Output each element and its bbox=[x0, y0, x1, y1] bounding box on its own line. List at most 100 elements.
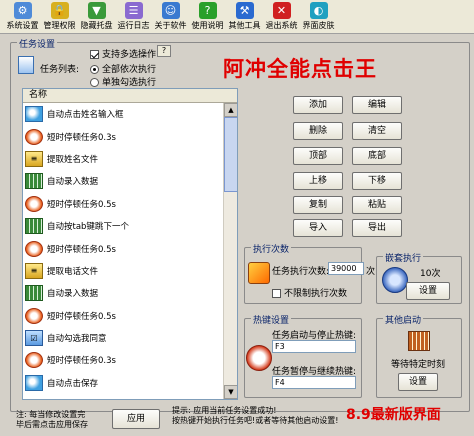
clock-icon bbox=[25, 240, 43, 257]
main-toolbar: ⚙ 系统设置 🔒 管理权限 ▼ 隐藏托盘 ☰ 运行日志 ☺ 关于软件? 使用说明 ⚒ 其他工具 ✕ 退出系统… bbox=[0, 0, 474, 34]
list-item-label: 短时停顿任务0.3s bbox=[47, 132, 116, 143]
list-item-label: 自动按tab键跳下一个 bbox=[47, 222, 129, 233]
unlimited-checkbox[interactable]: 不限制执行次数 bbox=[272, 286, 347, 299]
toolbar-button-3[interactable]: ☰ 运行日志 bbox=[115, 0, 152, 34]
nest-exec-count: 10次 bbox=[420, 269, 441, 279]
list-item[interactable]: 短时停顿任务0.3s bbox=[23, 349, 237, 371]
edit-button[interactable]: 编辑 bbox=[352, 96, 402, 114]
toolbar-button-0[interactable]: ⚙ 系统设置 bbox=[4, 0, 41, 34]
hide-tray-icon: ▼ bbox=[87, 2, 106, 19]
footer-note-line2: 毕后需点击应用保存 bbox=[16, 420, 88, 429]
people-icon: ☺ bbox=[161, 2, 180, 19]
exec-count-unit: 次 bbox=[366, 267, 376, 277]
toolbar-button-1[interactable]: 🔒 管理权限 bbox=[41, 0, 78, 34]
help-button[interactable]: ? bbox=[157, 45, 171, 57]
list-item[interactable]: 自动按tab键跳下一个 bbox=[23, 215, 237, 237]
toolbar-button-4[interactable]: ☺ 关于软件 bbox=[152, 0, 189, 34]
pause-hotkey-input[interactable]: F4 bbox=[272, 376, 356, 389]
other-start-legend: 其他启动 bbox=[383, 313, 424, 326]
keyboard-icon bbox=[25, 285, 43, 302]
paste-button[interactable]: 粘贴 bbox=[352, 196, 402, 214]
scroll-thumb[interactable] bbox=[224, 117, 237, 192]
check-icon bbox=[90, 50, 99, 59]
keyboard-icon bbox=[25, 218, 43, 235]
apply-button[interactable]: 应用 bbox=[112, 409, 160, 429]
toolbar-label: 界面皮肤 bbox=[302, 21, 335, 30]
list-item[interactable]: 自动录入数据 bbox=[23, 170, 237, 192]
other-start-settings-button[interactable]: 设置 bbox=[398, 373, 438, 391]
file-icon: ≡ bbox=[25, 262, 43, 279]
list-item-label: 提取姓名文件 bbox=[47, 154, 99, 165]
list-item-label: 自动勾选我同意 bbox=[47, 334, 107, 345]
file-icon: ≡ bbox=[25, 150, 43, 167]
execution-icon bbox=[248, 262, 270, 284]
scroll-up-icon[interactable]: ▲ bbox=[224, 103, 237, 117]
list-item[interactable]: 短时停顿任务0.5s bbox=[23, 305, 237, 327]
list-item[interactable]: 短时停顿任务0.5s bbox=[23, 237, 237, 259]
list-item-label: 自动点击保存 bbox=[47, 378, 99, 389]
keyboard-icon bbox=[25, 173, 43, 190]
start-stop-hotkey-input[interactable]: F3 bbox=[272, 340, 356, 353]
list-item-label: 短时停顿任务0.5s bbox=[47, 199, 116, 210]
exec-count-legend: 执行次数 bbox=[251, 242, 292, 255]
task-list-body: 自动点击姓名输入框 短时停顿任务0.3s ≡ 提取姓名文件 自动录入数据 短时停顿任务0.… bbox=[23, 103, 237, 394]
export-button[interactable]: 导出 bbox=[352, 219, 402, 237]
lock-icon: 🔒 bbox=[50, 2, 69, 19]
toolbar-button-6[interactable]: ⚒ 其他工具 bbox=[226, 0, 263, 34]
toolbar-label: 使用说明 bbox=[191, 21, 224, 30]
help-icon: ? bbox=[198, 2, 217, 19]
list-item[interactable]: 短时停顿任务0.3s bbox=[23, 125, 237, 147]
import-button[interactable]: 导入 bbox=[293, 219, 343, 237]
app-title: 阿冲全能点击王 bbox=[223, 57, 377, 81]
task-list-label: 任务列表: bbox=[40, 65, 80, 75]
vertical-scrollbar[interactable]: ▲ ▼ bbox=[223, 103, 237, 399]
wait-time-label: 等待特定时刻 bbox=[391, 360, 446, 370]
move-down-button[interactable]: 下移 bbox=[352, 172, 402, 190]
radio-icon bbox=[90, 78, 99, 87]
keyboard-icon bbox=[408, 331, 430, 351]
exit-icon: ✕ bbox=[272, 2, 291, 19]
toolbar-button-7[interactable]: ✕ 退出系统 bbox=[263, 0, 300, 34]
toolbar-button-5[interactable]: ? 使用说明 bbox=[189, 0, 226, 34]
task-list-icon bbox=[18, 56, 34, 74]
list-item-label: 自动录入数据 bbox=[47, 177, 99, 188]
add-button[interactable]: 添加 bbox=[293, 96, 343, 114]
scroll-down-icon[interactable]: ▼ bbox=[224, 385, 237, 399]
toolbar-button-8[interactable]: ◐ 界面皮肤 bbox=[300, 0, 337, 34]
skin-icon: ◐ bbox=[309, 2, 328, 19]
toolbar-label: 运行日志 bbox=[117, 21, 150, 30]
log-icon: ☰ bbox=[124, 2, 143, 19]
toolbar-button-2[interactable]: ▼ 隐藏托盘 bbox=[78, 0, 115, 34]
list-item-label: 短时停顿任务0.3s bbox=[47, 356, 116, 367]
toolbar-label: 退出系统 bbox=[265, 21, 298, 30]
list-item[interactable]: 短时停顿任务0.5s bbox=[23, 193, 237, 215]
nest-exec-settings-button[interactable]: 设置 bbox=[406, 282, 450, 300]
select-icon: ☑ bbox=[25, 330, 43, 347]
list-item[interactable]: ≡ 提取电话文件 bbox=[23, 260, 237, 282]
task-list[interactable]: 名称 自动点击姓名输入框 短时停顿任务0.3s ≡ 提取姓名文件 自动录入数据 短时停顿任… bbox=[22, 88, 238, 400]
copy-button[interactable]: 复制 bbox=[293, 196, 343, 214]
list-item[interactable]: 自动点击保存 bbox=[23, 372, 237, 394]
multi-select-checkbox[interactable]: 支持多选操作 bbox=[90, 47, 156, 60]
hotkey-legend: 热键设置 bbox=[251, 313, 292, 326]
move-up-button[interactable]: 上移 bbox=[293, 172, 343, 190]
list-item-label: 短时停顿任务0.5s bbox=[47, 244, 116, 255]
list-item[interactable]: ≡ 提取姓名文件 bbox=[23, 148, 237, 170]
list-header-name[interactable]: 名称 bbox=[23, 89, 237, 103]
list-item[interactable]: 自动录入数据 bbox=[23, 282, 237, 304]
mouse-icon bbox=[25, 106, 43, 123]
gear-icon: ⚙ bbox=[13, 2, 32, 19]
bottom-button[interactable]: 底部 bbox=[352, 147, 402, 165]
radio-all-sequential[interactable]: 全部依次执行 bbox=[90, 62, 156, 75]
top-button[interactable]: 顶部 bbox=[293, 147, 343, 165]
radio-single-select[interactable]: 单独勾选执行 bbox=[90, 75, 156, 88]
list-item[interactable]: ☑ 自动勾选我同意 bbox=[23, 327, 237, 349]
list-item[interactable]: 自动点击姓名输入框 bbox=[23, 103, 237, 125]
clear-button[interactable]: 清空 bbox=[352, 122, 402, 140]
delete-button[interactable]: 删除 bbox=[293, 122, 343, 140]
clock-icon bbox=[25, 352, 43, 369]
clock-icon bbox=[25, 128, 43, 145]
exec-count-input[interactable]: 39000 bbox=[328, 262, 364, 275]
footer-tip-line1: 提示: 应用当前任务设置成功! bbox=[172, 406, 277, 415]
toolbar-label: 其他工具 bbox=[228, 21, 261, 30]
